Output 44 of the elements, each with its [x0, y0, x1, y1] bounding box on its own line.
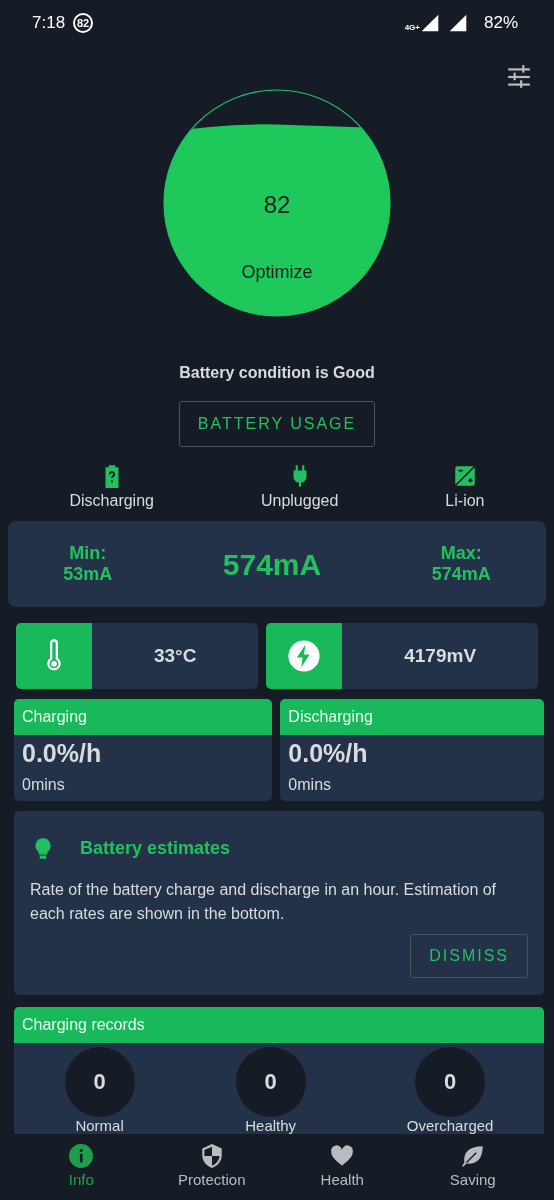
records-title: Charging records: [14, 1006, 544, 1043]
clock-time: 7:18: [32, 12, 66, 35]
record-label: Healthy: [245, 1116, 297, 1135]
signal-icon: [447, 12, 468, 33]
nav-tab[interactable]: Info: [26, 1141, 137, 1193]
nav-tab[interactable]: Health: [287, 1141, 398, 1193]
status-label: Li-ion: [445, 490, 485, 511]
dismiss-button[interactable]: DISMISS: [410, 934, 528, 979]
status-label: Unplugged: [260, 490, 339, 511]
record-label: Overcharged: [406, 1116, 494, 1135]
current-label: Min:: [69, 542, 107, 565]
nav-tab[interactable]: Protection: [156, 1141, 267, 1193]
tip-text: Rate of the battery charge and discharge in an hour. Estimation of each rates are shown in the bottom.: [30, 880, 498, 925]
current-reading: 574mA: [222, 546, 322, 583]
record-count: 0: [415, 1046, 486, 1117]
gauge-value: 82: [262, 189, 292, 220]
rate-value: 0.0%/h: [22, 738, 103, 770]
nav-tab[interactable]: Saving: [417, 1141, 528, 1193]
condition-text: Battery condition is Good: [178, 362, 376, 383]
current-label: Max:: [440, 542, 482, 565]
rate-value: 0.0%/h: [288, 738, 369, 770]
battery-gauge[interactable]: [163, 88, 391, 317]
info-icon: [68, 1142, 95, 1169]
rate-title: Discharging: [280, 699, 544, 736]
battery-percent: 82%: [483, 12, 518, 35]
rate-time: 0mins: [288, 774, 333, 795]
rate-title: Charging: [14, 699, 273, 736]
record-count: 0: [235, 1046, 306, 1117]
lightning-icon: [287, 639, 322, 674]
record-count: 0: [64, 1046, 135, 1117]
sensor-value: 4179mV: [404, 644, 477, 669]
gauge-label[interactable]: Optimize: [163, 258, 391, 286]
current-value: 53mA: [63, 564, 113, 586]
signal-icon: [419, 12, 440, 33]
current-value: 574mA: [431, 564, 491, 586]
settings-icon[interactable]: [506, 63, 532, 90]
notification-badge: 82: [73, 12, 94, 33]
battery-usage-button[interactable]: BATTERY USAGE: [178, 400, 376, 447]
sensor-value: 33°C: [153, 644, 197, 669]
network-type: 4G+: [404, 22, 420, 35]
status-label: Discharging: [69, 490, 154, 511]
rate-time: 0mins: [22, 774, 66, 795]
tip-title: Battery estimates: [80, 837, 231, 861]
record-label: Normal: [75, 1116, 124, 1135]
